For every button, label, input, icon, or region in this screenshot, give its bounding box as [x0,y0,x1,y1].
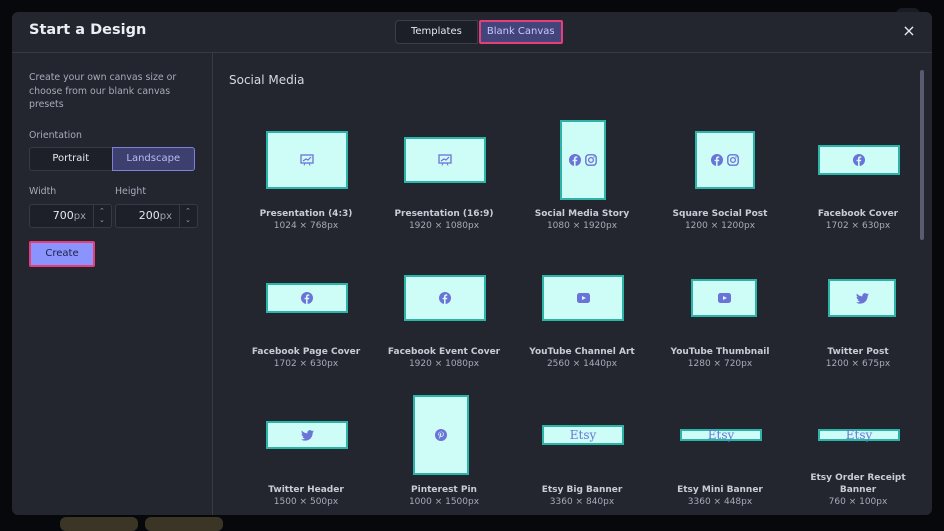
scrollbar[interactable] [920,70,924,240]
preset-thumbnail[interactable] [266,421,348,449]
preset-thumbnail[interactable] [413,395,469,475]
orientation-label: Orientation [29,130,82,141]
presets-panel: Social Media Presentation (4:3) 1024 × 76… [213,53,932,515]
height-stepper[interactable]: ⌃ ⌄ [179,205,197,227]
preset-thumbnail[interactable]: Etsy [818,429,900,441]
height-unit: px [159,211,172,222]
tab-switcher: Templates Blank Canvas [395,20,563,44]
preset-size: 3360 × 840px [549,497,615,507]
preset-card[interactable]: Etsy Etsy Order Receipt Banner 760 × 100px [789,53,927,515]
preset-card[interactable]: Etsy Etsy Big Banner 3360 × 840px [513,53,651,515]
width-unit: px [73,211,86,222]
pinterest-icon [435,429,447,441]
preset-thumbnail[interactable]: Etsy [542,425,624,445]
twitter-icon [300,429,314,441]
presets-grid: Presentation (4:3) 1024 × 768px Presentati… [227,53,917,515]
modal-header: Start a Design Templates Blank Canvas × [12,12,932,53]
chevron-up-icon[interactable]: ⌃ [185,208,191,215]
width-input[interactable]: 700px ⌃ ⌄ [29,204,112,228]
etsy-logo-icon: Etsy [707,428,735,442]
close-icon[interactable]: × [902,23,916,39]
chevron-up-icon[interactable]: ⌃ [99,208,105,215]
height-label: Height [115,186,146,197]
width-value[interactable]: 700 [53,209,74,222]
preset-thumbnail[interactable]: Etsy [680,429,762,441]
preset-name: Etsy Big Banner [541,485,623,495]
height-input[interactable]: 200px ⌃ ⌄ [115,204,198,228]
tab-blank-canvas[interactable]: Blank Canvas [478,20,563,44]
preset-name: Etsy Mini Banner [677,485,763,495]
background-thumbnail [60,517,138,531]
create-button[interactable]: Create [29,241,95,267]
etsy-logo-icon: Etsy [569,428,597,442]
etsy-logo-icon: Etsy [845,428,873,442]
panel-description: Create your own canvas size or choose fr… [29,72,177,110]
modal-title: Start a Design [29,22,147,38]
width-stepper[interactable]: ⌃ ⌄ [93,205,111,227]
preset-name: Twitter Header [268,485,344,495]
chevron-down-icon[interactable]: ⌄ [185,217,191,224]
preset-card[interactable]: Twitter Header 1500 × 500px [237,53,375,515]
orientation-portrait-button[interactable]: Portrait [29,147,112,171]
tab-templates[interactable]: Templates [395,20,478,44]
preset-card[interactable]: Pinterest Pin 1000 × 1500px [375,53,513,515]
canvas-size-panel: Create your own canvas size or choose fr… [12,53,213,515]
orientation-landscape-button[interactable]: Landscape [111,147,195,171]
chevron-down-icon[interactable]: ⌄ [99,217,105,224]
preset-name: Pinterest Pin [411,485,477,495]
width-label: Width [29,186,57,197]
preset-size: 760 × 100px [828,497,888,507]
height-value[interactable]: 200 [139,209,160,222]
preset-card[interactable]: Etsy Etsy Mini Banner 3360 × 448px [651,53,789,515]
orientation-toggle: Portrait Landscape [29,147,195,171]
background-thumbnail [145,517,223,531]
preset-size: 3360 × 448px [687,497,753,507]
preset-size: 1500 × 500px [273,497,339,507]
preset-name: Etsy Order Receipt Banner [810,473,906,495]
start-design-modal: Start a Design Templates Blank Canvas × … [12,12,932,515]
preset-size: 1000 × 1500px [408,497,480,507]
